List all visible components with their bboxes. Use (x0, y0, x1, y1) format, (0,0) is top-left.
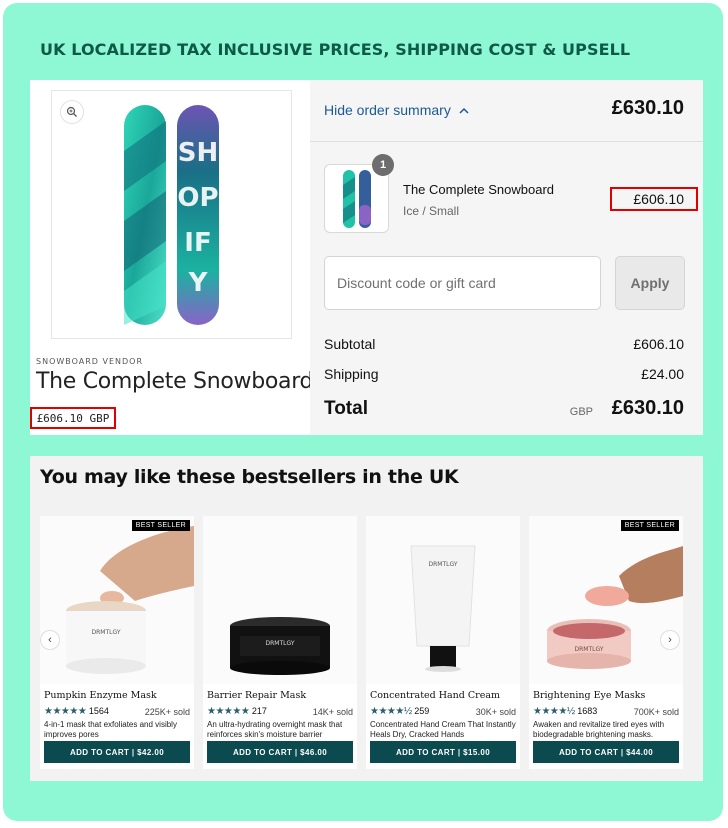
review-count: 1683 (577, 706, 598, 716)
frame-background: UK LOCALIZED TAX INCLUSIVE PRICES, SHIPP… (3, 3, 723, 821)
svg-text:SH: SH (178, 138, 219, 168)
sold-count: 225K+ sold (144, 707, 190, 717)
product-title: The Complete Snowboard (36, 369, 314, 394)
product-description: 4-in-1 mask that exfoliates and visibly … (44, 720, 177, 739)
item-name: The Complete Snowboard (403, 182, 555, 197)
product-rating: ★★★★½ 1683 (533, 706, 597, 717)
svg-text:IF: IF (184, 228, 211, 258)
product-price: £606.10 GBP (36, 411, 110, 425)
chevron-up-icon (459, 107, 469, 114)
product-name[interactable]: Pumpkin Enzyme Mask (44, 690, 157, 701)
total-value: £630.10 (611, 397, 684, 419)
item-variant: Ice / Small (403, 204, 460, 218)
product-rating: ★★★★½ 259 (370, 706, 429, 717)
product-card[interactable]: DRMTLGY BEST SELLER Pumpkin Enzyme Mask … (40, 516, 194, 769)
product-card-image: DRMTLGY BEST SELLER (529, 516, 683, 684)
product-rating: ★★★★★ 1564 (44, 706, 109, 717)
item-price-highlight: £606.10 (610, 187, 698, 211)
product-card[interactable]: DRMTLGY Barrier Repair Mask ★★★★★ 217 14… (203, 516, 357, 769)
product-card-image: DRMTLGY (366, 516, 520, 684)
sold-count: 700K+ sold (633, 707, 679, 717)
hide-order-summary-label: Hide order summary (324, 102, 451, 118)
product-name[interactable]: Brightening Eye Masks (533, 690, 645, 701)
subtotal-label: Subtotal (324, 336, 376, 352)
carousel-next-button[interactable]: › (660, 630, 680, 650)
product-price-highlight: £606.10 GBP (30, 407, 116, 429)
header-total: £630.10 (611, 97, 684, 119)
product-description: Concentrated Hand Cream That Instantly H… (370, 720, 516, 739)
apply-button[interactable]: Apply (615, 256, 685, 310)
star-rating-icon: ★★★★½ (533, 706, 575, 717)
svg-text:OP: OP (177, 183, 218, 213)
hide-order-summary-toggle[interactable]: Hide order summary (324, 102, 469, 118)
headline: UK LOCALIZED TAX INCLUSIVE PRICES, SHIPP… (40, 40, 631, 59)
snowboard-graphic: SH OP IF Y (124, 105, 219, 325)
star-rating-icon: ★★★★½ (370, 706, 412, 717)
jar-brand-label: DRMTLGY (575, 646, 604, 653)
product-name[interactable]: Concentrated Hand Cream (370, 690, 500, 701)
quantity-badge: 1 (372, 154, 394, 176)
add-to-cart-button[interactable]: ADD TO CART | $44.00 (533, 741, 679, 763)
star-rating-icon: ★★★★★ (44, 706, 87, 717)
best-seller-badge: BEST SELLER (131, 520, 190, 531)
discount-code-input[interactable] (324, 256, 601, 310)
order-summary-panel: Hide order summary £630.10 1 The Complet… (310, 80, 703, 435)
product-image: SH OP IF Y (51, 90, 292, 339)
total-currency: GBP (569, 406, 593, 418)
product-card[interactable]: DRMTLGY Concentrated Hand Cream ★★★★½ 25… (366, 516, 520, 769)
add-to-cart-button[interactable]: ADD TO CART | $42.00 (44, 741, 190, 763)
shipping-label: Shipping (324, 366, 379, 382)
product-vendor: SNOWBOARD VENDOR (36, 357, 144, 366)
review-count: 259 (414, 706, 430, 716)
product-card-image: DRMTLGY BEST SELLER (40, 516, 194, 684)
order-summary-header: Hide order summary £630.10 (310, 80, 703, 142)
item-price: £606.10 (633, 191, 684, 207)
shipping-value: £24.00 (641, 366, 684, 382)
upsell-panel: You may like these bestsellers in the UK… (30, 456, 703, 781)
jar-brand-label: DRMTLGY (92, 629, 121, 636)
product-description: Awaken and revitalize tired eyes with bi… (533, 720, 665, 739)
add-to-cart-button[interactable]: ADD TO CART | $15.00 (370, 741, 516, 763)
total-label: Total (324, 398, 368, 419)
review-count: 1564 (88, 706, 109, 716)
product-description: An ultra-hydrating overnight mask that r… (207, 720, 343, 739)
best-seller-badge: BEST SELLER (620, 520, 679, 531)
sold-count: 30K+ sold (475, 707, 516, 717)
svg-text:Y: Y (188, 268, 209, 298)
product-card-image: DRMTLGY (203, 516, 357, 684)
product-rating: ★★★★★ 217 (207, 706, 267, 717)
star-rating-icon: ★★★★★ (207, 706, 250, 717)
tube-brand-label: DRMTLGY (429, 561, 458, 568)
sold-count: 14K+ sold (312, 707, 353, 717)
product-name[interactable]: Barrier Repair Mask (207, 690, 306, 701)
upsell-title: You may like these bestsellers in the UK (40, 466, 459, 488)
add-to-cart-button[interactable]: ADD TO CART | $46.00 (207, 741, 353, 763)
subtotal-value: £606.10 (633, 336, 684, 352)
review-count: 217 (251, 706, 267, 716)
carousel-prev-button[interactable]: ‹ (40, 630, 60, 650)
product-panel: SH OP IF Y SNOWBOARD VENDOR The Complete… (30, 80, 314, 435)
jar-brand-label: DRMTLGY (266, 640, 295, 647)
